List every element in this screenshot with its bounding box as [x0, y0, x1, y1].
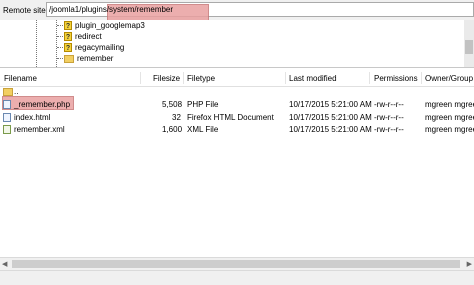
- remote-site-label: Remote site:: [3, 6, 48, 15]
- php-file-icon: [3, 100, 11, 109]
- file-list-header: Filename Filesize Filetype Last modified…: [0, 70, 474, 87]
- remote-site-input[interactable]: /joomla1/plugins/system/remember: [46, 2, 474, 21]
- column-filename[interactable]: Filename: [4, 74, 37, 83]
- file-type: Firefox HTML Document: [187, 113, 274, 122]
- file-size: 1,600: [162, 125, 183, 134]
- tree-item-label: plugin_googlemap3: [75, 21, 145, 30]
- file-owner: mgreen mgreen: [425, 100, 474, 109]
- file-modified: 10/17/2015 5:21:00 AM: [289, 100, 372, 109]
- file-type: XML File: [187, 125, 219, 134]
- column-permissions[interactable]: Permissions: [374, 74, 418, 83]
- column-filesize[interactable]: Filesize: [153, 74, 180, 83]
- tree-item-redirect[interactable]: ? redirect: [57, 31, 102, 42]
- file-type: PHP File: [187, 100, 219, 109]
- file-owner: mgreen mgreen: [425, 113, 474, 122]
- file-name: remember.xml: [14, 125, 65, 134]
- file-permissions: -rw-r--r--: [374, 125, 404, 134]
- question-folder-icon: ?: [64, 32, 72, 41]
- scroll-left-icon[interactable]: ◀: [2, 260, 7, 268]
- file-size: 5,508: [162, 100, 183, 109]
- tree-guide-line: [36, 20, 37, 67]
- column-last-modified[interactable]: Last modified: [289, 74, 337, 83]
- file-row[interactable]: _remember.php 5,508 PHP File 10/17/2015 …: [0, 99, 474, 110]
- file-permissions: -rw-r--r--: [374, 100, 404, 109]
- scroll-right-icon[interactable]: ▶: [467, 260, 472, 268]
- file-modified: 10/17/2015 5:21:00 AM: [289, 125, 372, 134]
- horizontal-scrollbar[interactable]: ◀ ▶: [0, 257, 474, 270]
- parent-directory-label: ..: [14, 87, 19, 96]
- file-row[interactable]: remember.xml 1,600 XML File 10/17/2015 5…: [0, 124, 474, 135]
- column-separator[interactable]: [285, 72, 286, 84]
- column-separator[interactable]: [140, 72, 141, 84]
- remote-site-bar: Remote site: /joomla1/plugins/system/rem…: [0, 0, 474, 21]
- question-folder-icon: ?: [64, 21, 72, 30]
- folder-up-icon: [3, 88, 13, 96]
- tree-item-remember[interactable]: remember: [57, 53, 113, 64]
- file-size: 32: [172, 113, 181, 122]
- tree-item-regacymailing[interactable]: ? regacymailing: [57, 42, 124, 53]
- column-owner-group[interactable]: Owner/Group: [425, 74, 473, 83]
- status-bar: [0, 270, 474, 285]
- xml-file-icon: [3, 125, 11, 134]
- tree-scroll-thumb[interactable]: [465, 40, 473, 54]
- folder-icon: [64, 54, 74, 63]
- tree-item-label: remember: [77, 54, 114, 63]
- file-name: _remember.php: [14, 100, 71, 109]
- column-separator[interactable]: [183, 72, 184, 84]
- file-owner: mgreen mgreen: [425, 125, 474, 134]
- tree-item-label: regacymailing: [75, 43, 125, 52]
- remote-site-path: /joomla1/plugins/system/remember: [49, 5, 174, 14]
- html-file-icon: [3, 113, 11, 122]
- horizontal-scroll-thumb[interactable]: [12, 260, 460, 268]
- file-modified: 10/17/2015 5:21:00 AM: [289, 113, 372, 122]
- question-folder-icon: ?: [64, 43, 72, 52]
- column-filetype[interactable]: Filetype: [187, 74, 215, 83]
- file-name: index.html: [14, 113, 51, 122]
- directory-tree: ? plugin_googlemap3 ? redirect ? regacym…: [0, 20, 474, 68]
- tree-scrollbar[interactable]: [464, 20, 474, 67]
- column-separator[interactable]: [421, 72, 422, 84]
- file-row[interactable]: index.html 32 Firefox HTML Document 10/1…: [0, 112, 474, 123]
- tree-item-label: redirect: [75, 32, 102, 41]
- column-separator[interactable]: [369, 72, 370, 84]
- file-permissions: -rw-r--r--: [374, 113, 404, 122]
- tree-item-plugin-googlemap3[interactable]: ? plugin_googlemap3: [57, 20, 145, 31]
